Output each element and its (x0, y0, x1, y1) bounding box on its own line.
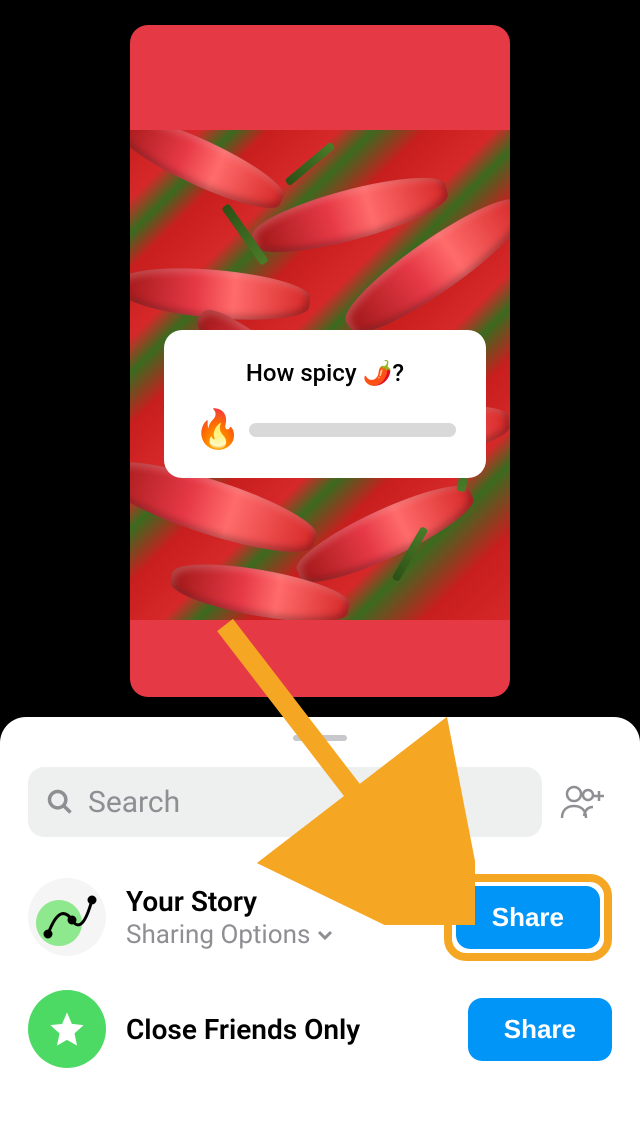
emoji-slider-sticker[interactable]: How spicy 🌶️? 🔥 (164, 330, 486, 478)
search-input[interactable]: Search (28, 767, 542, 837)
close-friends-avatar (28, 990, 106, 1068)
your-story-title: Your Story (126, 885, 424, 918)
your-story-avatar (28, 878, 106, 956)
annotation-highlight: Share (444, 874, 612, 961)
share-to-story-button[interactable]: Share (456, 886, 600, 949)
share-to-close-friends-button[interactable]: Share (468, 998, 612, 1061)
your-story-row: Your Story Sharing Options Share (28, 873, 612, 961)
your-story-text: Your Story Sharing Options (126, 885, 424, 950)
slider-track[interactable] (249, 423, 456, 437)
close-friends-row: Close Friends Only Share (28, 985, 612, 1073)
chevron-down-icon (316, 926, 334, 944)
slider-row: 🔥 (194, 411, 456, 449)
sharing-options-label: Sharing Options (126, 920, 310, 950)
poll-question-text: How spicy 🌶️? (246, 359, 404, 387)
sharing-options-button[interactable]: Sharing Options (126, 920, 424, 950)
story-avatar-icon (42, 890, 98, 946)
story-preview: How spicy 🌶️? 🔥 (130, 25, 510, 697)
search-row: Search (28, 767, 612, 837)
fire-emoji-icon[interactable]: 🔥 (194, 411, 241, 449)
close-friends-text: Close Friends Only (126, 1013, 448, 1046)
add-people-icon[interactable] (560, 784, 606, 820)
search-placeholder: Search (88, 785, 180, 820)
share-sheet: Search Your Story Sharing Options (0, 717, 640, 1136)
search-icon (46, 788, 74, 816)
star-icon (47, 1009, 87, 1049)
sheet-grabber[interactable] (293, 735, 347, 741)
close-friends-title: Close Friends Only (126, 1013, 448, 1046)
